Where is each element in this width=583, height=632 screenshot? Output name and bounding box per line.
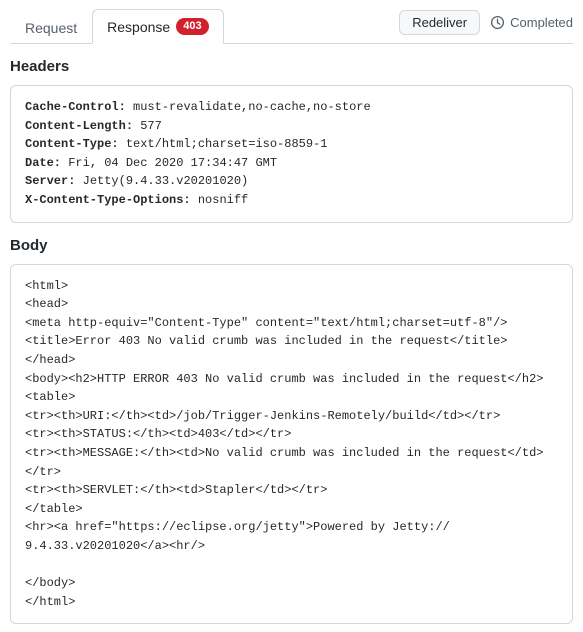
header-value: text/html;charset=iso-8859-1 (119, 137, 328, 151)
header-value: must-revalidate,no-cache,no-store (126, 100, 371, 114)
delivery-status-label: Completed (510, 15, 573, 30)
tab-response-label: Response (107, 19, 170, 35)
header-line: Content-Type: text/html;charset=iso-8859… (25, 135, 558, 154)
header-key: Content-Length: (25, 119, 133, 133)
tab-request-label: Request (25, 20, 77, 36)
header-line: Date: Fri, 04 Dec 2020 17:34:47 GMT (25, 154, 558, 173)
header-key: Server: (25, 174, 75, 188)
header-key: Content-Type: (25, 137, 119, 151)
redeliver-button-label: Redeliver (412, 15, 467, 30)
header-key: X-Content-Type-Options: (25, 193, 191, 207)
delivery-status: Completed (490, 15, 573, 30)
tab-bar: Request Response 403 Redeliver Completed (10, 8, 573, 44)
header-line: Cache-Control: must-revalidate,no-cache,… (25, 98, 558, 117)
tabs: Request Response 403 (10, 8, 224, 43)
header-line: Content-Length: 577 (25, 117, 558, 136)
body-title: Body (10, 237, 573, 254)
tab-response[interactable]: Response 403 (92, 9, 223, 44)
header-value: Jetty(9.4.33.v20201020) (75, 174, 248, 188)
header-line: Server: Jetty(9.4.33.v20201020) (25, 172, 558, 191)
body-box: <html> <head> <meta http-equiv="Content-… (10, 264, 573, 625)
clock-icon (490, 15, 505, 30)
header-value: 577 (133, 119, 162, 133)
status-badge: 403 (176, 18, 208, 35)
header-line: X-Content-Type-Options: nosniff (25, 191, 558, 210)
header-value: nosniff (191, 193, 249, 207)
header-value: Fri, 04 Dec 2020 17:34:47 GMT (61, 156, 277, 170)
header-key: Date: (25, 156, 61, 170)
redeliver-button[interactable]: Redeliver (399, 10, 480, 35)
header-key: Cache-Control: (25, 100, 126, 114)
headers-title: Headers (10, 58, 573, 75)
tab-request[interactable]: Request (10, 11, 92, 44)
top-actions: Redeliver Completed (399, 10, 573, 41)
headers-box: Cache-Control: must-revalidate,no-cache,… (10, 85, 573, 223)
